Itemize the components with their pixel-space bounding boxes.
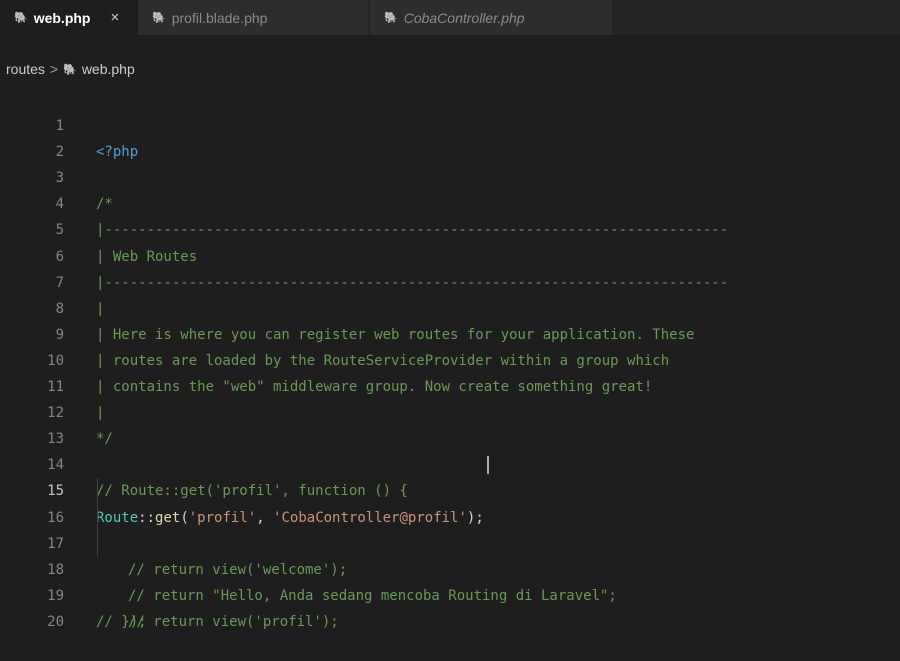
close-icon[interactable]: ×: [110, 9, 119, 26]
code-line: 4 |-------------------------------------…: [0, 165, 900, 238]
code-editor[interactable]: 1 <?php 2 3 /* 4 |----------------------…: [0, 87, 900, 630]
code-line: 18 // return view('profil');: [0, 530, 900, 630]
breadcrumb: routes > 🐘 web.php: [0, 58, 135, 80]
code-line: 11 |: [0, 348, 900, 421]
code-line: 9 | routes are loaded by the RouteServic…: [0, 296, 900, 369]
editor-tab-bar: 🐘 web.php × 🐘 profil.blade.php 🐘 CobaCon…: [0, 0, 900, 35]
php-elephant-icon: 🐘: [384, 12, 398, 24]
breadcrumb-folder[interactable]: routes: [6, 61, 45, 77]
indent-guide: [97, 504, 98, 531]
indent-guide: [97, 478, 98, 505]
tab-label: web.php: [33, 9, 91, 26]
tab-label: profil.blade.php: [171, 9, 268, 26]
code-line: 5 | Web Routes: [0, 191, 900, 264]
text-cursor: [487, 456, 489, 475]
code-line: 16 // return view('welcome');: [0, 478, 900, 578]
breadcrumb-separator: >: [49, 61, 59, 77]
code-line: 19 // });: [0, 557, 900, 630]
tab-profil-blade-php[interactable]: 🐘 profil.blade.php: [138, 0, 368, 35]
indent-guide: [97, 530, 98, 557]
code-line: 10 | contains the "web" middleware group…: [0, 322, 900, 395]
code-line: 17 // return "Hello, Anda sedang mencoba…: [0, 504, 900, 604]
code-line: 8 | Here is where you can register web r…: [0, 270, 900, 343]
php-elephant-icon: 🐘: [152, 12, 166, 24]
code-text: // return view('profil');: [128, 613, 339, 630]
tab-web-php[interactable]: 🐘 web.php ×: [0, 0, 138, 35]
tab-label: CobaController.php: [403, 9, 525, 26]
php-elephant-icon: 🐘: [14, 12, 28, 24]
code-line-current: 15 Route::get('profil', 'CobaController@…: [0, 452, 900, 526]
code-line: 3 /*: [0, 139, 900, 212]
code-line: 13: [0, 400, 900, 447]
code-line: 6 |-------------------------------------…: [0, 217, 900, 291]
code-line: 14 // Route::get('profil', function () {: [0, 426, 900, 499]
code-line: 2: [0, 113, 900, 160]
breadcrumb-file[interactable]: web.php: [82, 61, 135, 77]
code-line: 1 <?php: [0, 87, 900, 160]
code-line: 7 |: [0, 244, 900, 317]
code-line: 12 */: [0, 374, 900, 447]
php-elephant-icon: 🐘: [63, 63, 77, 76]
code-text: // });: [96, 613, 147, 630]
code-line: 20: [0, 583, 900, 630]
tab-coba-controller-php[interactable]: 🐘 CobaController.php: [370, 0, 612, 35]
line-number: 20: [47, 613, 64, 630]
